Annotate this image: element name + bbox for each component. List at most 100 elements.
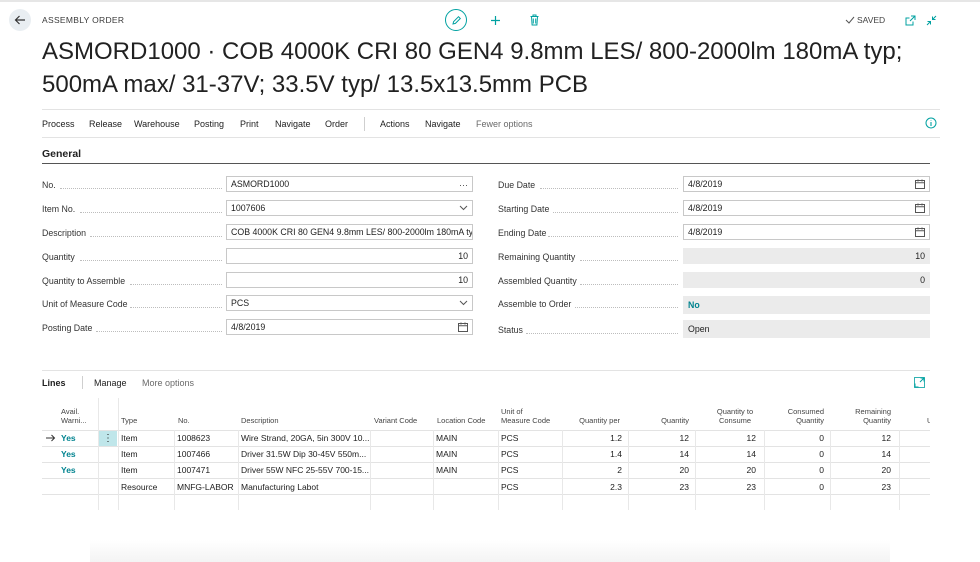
collapse-button[interactable]	[923, 12, 939, 28]
quantity-per-cell[interactable]: 2.3	[562, 482, 622, 492]
calendar-icon[interactable]	[915, 203, 925, 213]
description-cell[interactable]: Wire Strand, 20GA, 5in 300V 10...	[241, 433, 369, 443]
chevron-down-icon[interactable]	[459, 205, 468, 211]
quantity-cell[interactable]: 12	[632, 433, 689, 443]
action-fewer-options[interactable]: Fewer options	[476, 119, 533, 129]
new-button[interactable]	[487, 12, 503, 28]
no-cell[interactable]: 1008623	[177, 433, 210, 443]
col-remaining-quantity[interactable]: Remaining Quantity	[832, 407, 891, 425]
col-description[interactable]: Description	[241, 416, 279, 425]
quantity-per-cell[interactable]: 1.4	[562, 449, 622, 459]
assemble-to-order-field[interactable]: No	[683, 296, 930, 314]
no-cell[interactable]: 1007471	[177, 465, 210, 475]
uom-cell[interactable]: PCS	[501, 449, 518, 459]
no-cell[interactable]: MNFG-LABOR	[177, 482, 234, 492]
quantity-cell[interactable]: 20	[632, 465, 689, 475]
general-section-title[interactable]: General	[42, 148, 81, 160]
quantity-to-consume-cell[interactable]: 14	[698, 449, 756, 459]
consumed-quantity-cell: 0	[819, 433, 824, 443]
uom-cell[interactable]: PCS	[501, 482, 518, 492]
col-uom-line1: Unit of	[501, 407, 523, 416]
col-no[interactable]: No.	[178, 416, 190, 425]
quantity-cell[interactable]: 14	[632, 449, 689, 459]
type-cell[interactable]: Item	[121, 465, 138, 475]
col-quantity-per[interactable]: Quantity per	[562, 416, 620, 425]
starting-date-field[interactable]: 4/8/2019	[683, 200, 930, 216]
description-cell[interactable]: Manufacturing Labot	[241, 482, 369, 492]
quantity-to-consume-cell[interactable]: 20	[698, 465, 756, 475]
avail-warning-cell[interactable]: Yes	[61, 449, 76, 459]
col-divider	[238, 430, 239, 510]
open-in-new-icon	[905, 15, 915, 25]
location-cell[interactable]: MAIN	[436, 433, 457, 443]
expand-icon[interactable]	[914, 377, 925, 388]
location-cell[interactable]: MAIN	[436, 465, 457, 475]
col-quantity[interactable]: Quantity	[632, 416, 689, 425]
calendar-icon[interactable]	[458, 322, 468, 332]
action-process[interactable]: Process	[42, 119, 75, 129]
assemble-to-order-value[interactable]: No	[688, 300, 700, 310]
info-icon[interactable]	[925, 117, 937, 129]
posting-date-field[interactable]: 4/8/2019	[226, 319, 473, 335]
description-cell[interactable]: Driver 31.5W Dip 30-45V 550m...	[241, 449, 369, 459]
col-type[interactable]: Type	[121, 416, 137, 425]
col-variant-code[interactable]: Variant Code	[374, 416, 417, 425]
quantity-field[interactable]: 10	[226, 248, 473, 264]
quantity-per-cell[interactable]: 1.2	[562, 433, 622, 443]
dotted-leader	[96, 330, 222, 332]
ellipsis-icon[interactable]: ⋯	[459, 178, 468, 191]
lines-grid: Avail. Warni... Type No. Description Vari…	[42, 398, 930, 510]
action-order[interactable]: Order	[325, 119, 348, 129]
col-location-code[interactable]: Location Code	[437, 416, 485, 425]
type-cell[interactable]: Item	[121, 449, 138, 459]
dotted-leader	[130, 283, 222, 285]
description-cell[interactable]: Driver 55W NFC 25-55V 700-15...	[241, 465, 369, 475]
type-cell[interactable]: Resource	[121, 482, 157, 492]
col-avail-warning[interactable]: Avail. Warni...	[61, 407, 87, 425]
calendar-icon[interactable]	[915, 179, 925, 189]
label-remaining-quantity: Remaining Quantity	[498, 252, 576, 262]
action-navigate-2[interactable]: Navigate	[425, 119, 461, 129]
lines-title[interactable]: Lines	[42, 378, 66, 388]
delete-button[interactable]	[526, 12, 542, 28]
lines-more-options-button[interactable]: More options	[142, 378, 194, 388]
quantity-cell[interactable]: 23	[632, 482, 689, 492]
open-new-window-button[interactable]	[902, 12, 918, 28]
quantity-to-consume-cell[interactable]: 23	[698, 482, 756, 492]
action-print[interactable]: Print	[240, 119, 259, 129]
action-navigate[interactable]: Navigate	[275, 119, 311, 129]
col-unit-of-measure[interactable]: Unit of Measure Code	[501, 407, 550, 425]
type-cell[interactable]: Item	[121, 433, 138, 443]
action-release[interactable]: Release	[89, 119, 122, 129]
no-cell[interactable]: 1007466	[177, 449, 210, 459]
col-trailing[interactable]: U	[927, 416, 930, 425]
quantity-to-assemble-field[interactable]: 10	[226, 272, 473, 288]
avail-warning-cell[interactable]: Yes	[61, 433, 76, 443]
chevron-down-icon[interactable]	[459, 300, 468, 306]
action-posting[interactable]: Posting	[194, 119, 224, 129]
col-divider	[433, 430, 434, 510]
calendar-icon[interactable]	[915, 227, 925, 237]
uom-cell[interactable]: PCS	[501, 465, 518, 475]
item-no-field[interactable]: 1007606	[226, 200, 473, 216]
description-field[interactable]: COB 4000K CRI 80 GEN4 9.8mm LES/ 800-200…	[226, 224, 473, 240]
uom-cell[interactable]: PCS	[501, 433, 518, 443]
location-cell[interactable]: MAIN	[436, 449, 457, 459]
posting-date-value: 4/8/2019	[231, 322, 266, 332]
unit-of-measure-code-field[interactable]: PCS	[226, 295, 473, 311]
col-quantity-to-consume[interactable]: Quantity to Consume	[698, 407, 772, 425]
no-field[interactable]: ASMORD1000 ⋯	[226, 176, 473, 192]
action-actions[interactable]: Actions	[380, 119, 410, 129]
ending-date-field[interactable]: 4/8/2019	[683, 224, 930, 240]
action-warehouse[interactable]: Warehouse	[134, 119, 180, 129]
quantity-per-cell[interactable]: 2	[562, 465, 622, 475]
action-bar: Process Release Warehouse Posting Print …	[42, 109, 940, 138]
due-date-field[interactable]: 4/8/2019	[683, 176, 930, 192]
back-button[interactable]	[9, 9, 31, 31]
lines-manage-button[interactable]: Manage	[94, 378, 127, 388]
avail-warning-cell[interactable]: Yes	[61, 465, 76, 475]
col-consumed-quantity[interactable]: Consumed Quantity	[766, 407, 824, 425]
row-actions-menu-icon[interactable]: ⋮	[99, 431, 117, 446]
quantity-to-consume-cell[interactable]: 12	[698, 433, 756, 443]
edit-button[interactable]	[445, 9, 467, 31]
